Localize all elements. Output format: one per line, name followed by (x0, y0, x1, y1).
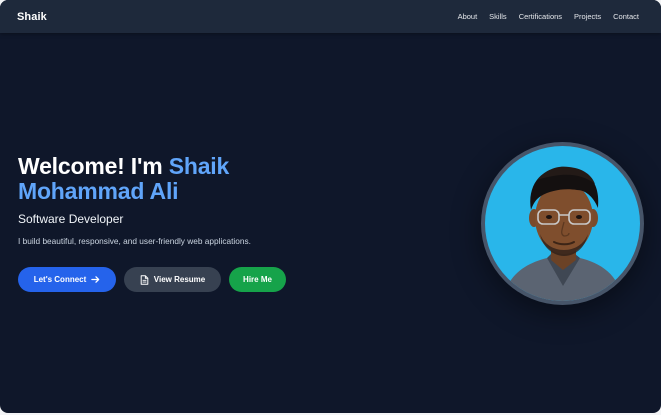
view-resume-label: View Resume (153, 275, 206, 284)
hero-actions: Let's Connect View Resume Hire Me (18, 267, 286, 292)
page-frame: Shaik About Skills Certifications Projec… (0, 0, 661, 413)
lets-connect-label: Let's Connect (33, 275, 87, 284)
hero-first-name: Shaik (168, 153, 230, 179)
view-resume-button[interactable]: View Resume (124, 267, 221, 292)
hire-me-label: Hire Me (243, 275, 272, 284)
nav-link-about[interactable]: About (458, 12, 478, 21)
hero-intro: Welcome! I'm Shaik Mohammad Ali Software … (18, 154, 251, 247)
hire-me-button[interactable]: Hire Me (229, 267, 286, 292)
nav-link-skills[interactable]: Skills (489, 12, 507, 21)
hero-headline: Welcome! I'm Shaik Mohammad Ali (18, 154, 251, 204)
nav-link-contact[interactable]: Contact (613, 12, 639, 21)
profile-photo-icon (503, 166, 623, 301)
hero-greeting: Welcome! I'm (18, 153, 169, 179)
hero-last-name: Mohammad Ali (18, 178, 179, 204)
document-icon (140, 274, 149, 285)
hero-tagline: I build beautiful, responsive, and user-… (18, 236, 251, 246)
avatar (485, 146, 640, 301)
nav-links: About Skills Certifications Projects Con… (446, 12, 639, 21)
arrow-right-icon (91, 275, 100, 284)
navbar: Shaik About Skills Certifications Projec… (0, 0, 661, 33)
lets-connect-button[interactable]: Let's Connect (18, 267, 116, 292)
nav-link-projects[interactable]: Projects (574, 12, 601, 21)
brand-logo[interactable]: Shaik (17, 11, 47, 23)
nav-link-certifications[interactable]: Certifications (519, 12, 562, 21)
hero-role: Software Developer (18, 212, 124, 226)
avatar-frame (481, 142, 644, 305)
